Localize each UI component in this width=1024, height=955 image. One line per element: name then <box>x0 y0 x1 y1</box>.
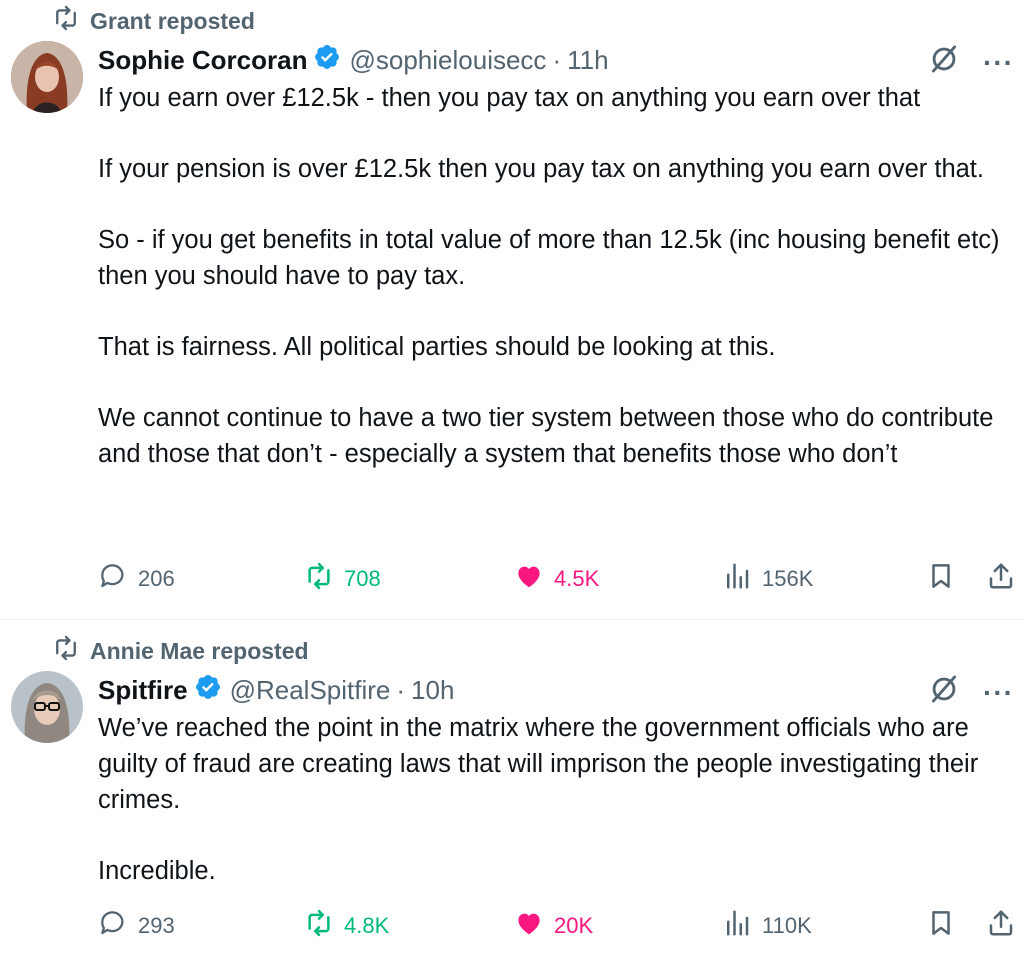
tweet-text: We’ve reached the point in the matrix wh… <box>98 710 1016 889</box>
author-name[interactable]: Spitfire <box>98 675 188 706</box>
like-button[interactable]: 20K <box>514 908 593 944</box>
reply-button[interactable]: 293 <box>98 908 175 944</box>
tweet-paragraph: If you earn over £12.5k - then you pay t… <box>98 84 921 112</box>
views-button[interactable]: 110K <box>722 908 812 944</box>
more-icon[interactable]: ··· <box>983 677 1014 709</box>
more-icon[interactable]: ··· <box>983 47 1014 79</box>
tweet-paragraph: So - if you get benefits in total value … <box>98 226 1000 290</box>
views-icon <box>722 561 752 597</box>
like-count: 20K <box>554 913 594 938</box>
timestamp[interactable]: 11h <box>567 45 608 76</box>
repost-count: 4.8K <box>344 913 390 938</box>
tweet-header: Spitfire @RealSpitfire · 10h ··· <box>98 672 1014 708</box>
avatar[interactable] <box>11 671 83 743</box>
views-count: 110K <box>762 913 812 938</box>
views-button[interactable]: 156K <box>722 561 813 597</box>
action-bar: 293 4.8K 20K 110K <box>98 908 1016 948</box>
repost-icon <box>304 561 334 597</box>
share-icon[interactable] <box>986 908 1016 943</box>
separator-dot: · <box>396 674 406 705</box>
reply-count: 206 <box>138 566 175 591</box>
repost-icon <box>52 4 80 38</box>
repost-button[interactable]: 708 <box>304 561 381 597</box>
tweet-paragraph: We’ve reached the point in the matrix wh… <box>98 714 979 814</box>
heart-icon <box>514 908 544 944</box>
timestamp[interactable]: 10h <box>411 675 454 706</box>
tweet-paragraph: Incredible. <box>98 857 216 885</box>
action-bar: 206 708 4.5K 156K <box>98 561 1016 601</box>
tweet-header: Sophie Corcoran @sophielouisecc · 11h ··… <box>98 42 1014 78</box>
separator-dot: · <box>552 44 562 75</box>
bookmark-icon[interactable] <box>926 561 956 596</box>
verified-badge-icon <box>307 43 349 78</box>
repost-icon <box>304 908 334 944</box>
repost-context-label: Grant reposted <box>90 7 255 34</box>
reply-button[interactable]: 206 <box>98 561 175 597</box>
like-button[interactable]: 4.5K <box>514 561 599 597</box>
tweet-paragraph: If your pension is over £12.5k then you … <box>98 155 984 183</box>
author-name[interactable]: Sophie Corcoran <box>98 45 307 76</box>
reply-icon <box>98 908 128 944</box>
grok-icon[interactable] <box>927 42 961 83</box>
repost-button[interactable]: 4.8K <box>304 908 389 944</box>
reply-count: 293 <box>138 913 175 938</box>
tweet-paragraph: That is fairness. All political parties … <box>98 333 776 361</box>
share-icon[interactable] <box>986 561 1016 596</box>
grok-icon[interactable] <box>927 672 961 713</box>
heart-icon <box>514 561 544 597</box>
tweet[interactable]: Annie Mae reposted Spitfire @RealSpitfir… <box>0 620 1024 955</box>
tweet[interactable]: Grant reposted Sophie Corcoran @sophielo… <box>0 0 1024 620</box>
author-handle[interactable]: @sophielouisecc <box>349 45 546 76</box>
tweet-paragraph: We cannot continue to have a two tier sy… <box>98 404 994 468</box>
bookmark-icon[interactable] <box>926 908 956 943</box>
repost-context-label: Annie Mae reposted <box>90 637 309 664</box>
author-handle[interactable]: @RealSpitfire <box>230 675 391 706</box>
verified-badge-icon <box>188 673 230 708</box>
like-count: 4.5K <box>554 566 600 591</box>
views-count: 156K <box>762 566 814 591</box>
reply-icon <box>98 561 128 597</box>
views-icon <box>722 908 752 944</box>
repost-icon <box>52 634 80 668</box>
avatar[interactable] <box>11 41 83 113</box>
tweet-text: If you earn over £12.5k - then you pay t… <box>98 80 1016 472</box>
repost-context[interactable]: Grant reposted <box>52 4 255 38</box>
repost-count: 708 <box>344 566 381 591</box>
repost-context[interactable]: Annie Mae reposted <box>52 634 309 668</box>
